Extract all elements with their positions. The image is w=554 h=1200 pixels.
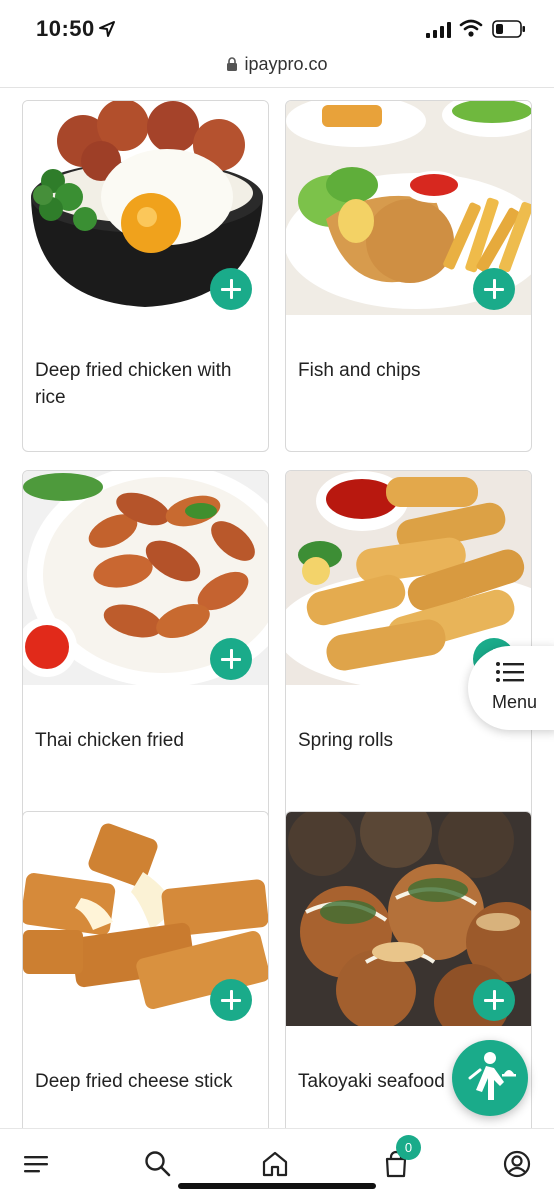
menu-item-title: Fish and chips bbox=[298, 360, 421, 381]
lock-icon bbox=[227, 57, 238, 71]
bottom-nav bbox=[0, 1128, 554, 1200]
address-bar[interactable]: ipaypro.co bbox=[0, 50, 554, 88]
add-to-cart-button[interactable] bbox=[210, 979, 252, 1021]
menu-item-title: Thai chicken fried bbox=[35, 730, 184, 751]
wifi-icon bbox=[459, 19, 483, 37]
call-waiter-button[interactable] bbox=[452, 1040, 528, 1116]
status-time: 10:50 bbox=[36, 16, 95, 41]
menu-tab-label: Menu bbox=[492, 692, 538, 712]
hamburger-icon[interactable] bbox=[22, 1149, 52, 1179]
menu-item-card[interactable]: Fish and chips bbox=[285, 100, 532, 452]
menu-item-card[interactable]: Deep fried cheese stick bbox=[22, 811, 269, 1163]
location-arrow-icon bbox=[99, 21, 115, 37]
profile-icon[interactable] bbox=[502, 1149, 532, 1179]
cart-count-badge: 0 bbox=[396, 1135, 421, 1160]
battery-icon bbox=[492, 20, 525, 38]
menu-item-title: Deep fried chicken with rice bbox=[35, 360, 232, 408]
menu-item-card[interactable]: Spring rolls bbox=[285, 470, 532, 822]
menu-drawer-button[interactable]: Menu bbox=[468, 646, 554, 730]
menu-item-card[interactable]: Thai chicken fried bbox=[22, 470, 269, 822]
home-indicator[interactable] bbox=[178, 1183, 376, 1189]
menu-list-icon bbox=[496, 662, 524, 682]
waiter-icon bbox=[468, 1052, 516, 1100]
add-to-cart-button[interactable] bbox=[473, 979, 515, 1021]
home-icon[interactable] bbox=[260, 1149, 290, 1179]
add-to-cart-button[interactable] bbox=[210, 638, 252, 680]
menu-item-title: Spring rolls bbox=[298, 730, 394, 751]
add-to-cart-button[interactable] bbox=[473, 268, 515, 310]
menu-item-title: Deep fried cheese stick bbox=[35, 1071, 233, 1092]
menu-item-card[interactable]: Deep fried chicken with rice bbox=[22, 100, 269, 452]
search-icon[interactable] bbox=[143, 1149, 173, 1179]
signal-icon bbox=[426, 22, 451, 38]
status-bar: 10:50 bbox=[0, 0, 554, 56]
add-to-cart-button[interactable] bbox=[210, 268, 252, 310]
url-text: ipaypro.co bbox=[244, 54, 328, 74]
